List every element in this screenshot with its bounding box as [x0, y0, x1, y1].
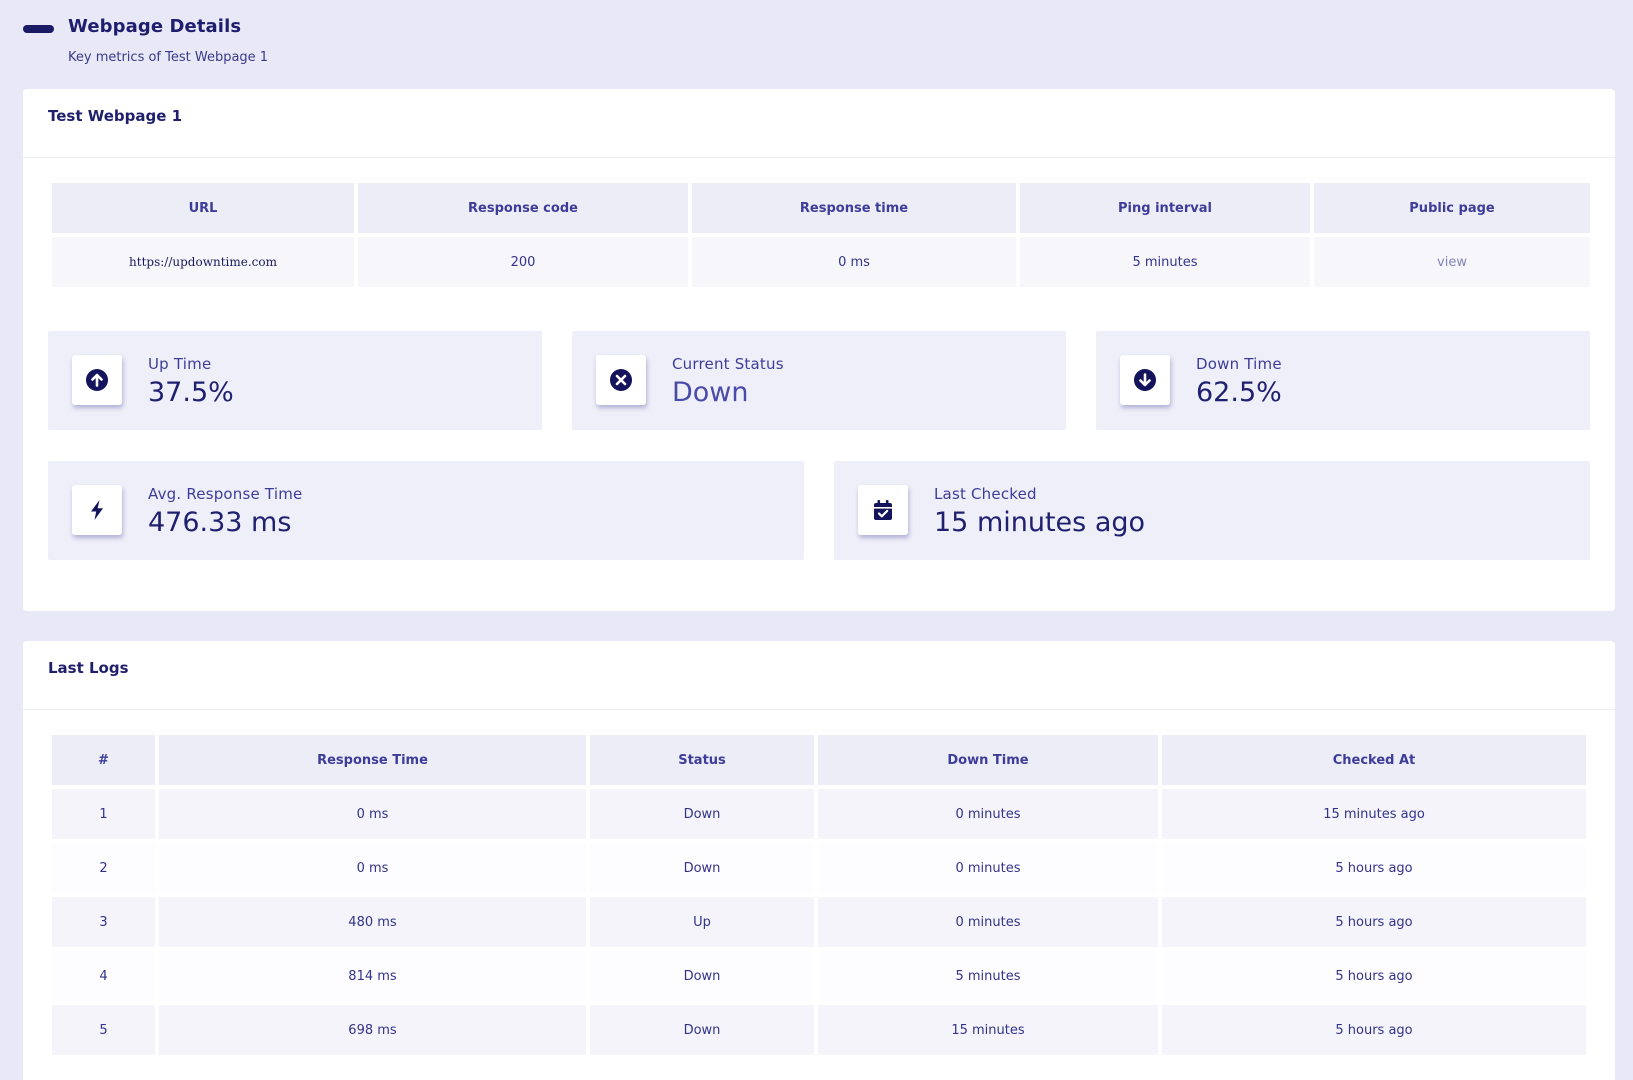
- log-down-time: 15 minutes: [818, 1005, 1158, 1055]
- log-down-time: 0 minutes: [818, 789, 1158, 839]
- webpage-info-table: URL Response code Response time Ping int…: [48, 179, 1594, 291]
- avg-response-label: Avg. Response Time: [148, 485, 303, 503]
- log-status: Down: [590, 843, 814, 893]
- downtime-value: 62.5%: [1196, 377, 1282, 408]
- table-header-row: URL Response code Response time Ping int…: [52, 183, 1590, 233]
- log-response-time: 480 ms: [159, 897, 586, 947]
- log-index: 2: [52, 843, 155, 893]
- response-time-value: 0 ms: [692, 237, 1016, 287]
- column-header-ping-interval: Ping interval: [1020, 183, 1310, 233]
- card-title: Test Webpage 1: [48, 107, 183, 125]
- page-header: Webpage Details Key metrics of Test Webp…: [0, 0, 1633, 88]
- log-checked-at: 5 hours ago: [1162, 951, 1586, 1001]
- last-logs-card: Last Logs # Response Time Status Down Ti…: [23, 641, 1615, 1080]
- lightning-bolt-icon: [72, 485, 122, 535]
- downtime-label: Down Time: [1196, 355, 1282, 373]
- column-header-response-time: Response time: [692, 183, 1016, 233]
- log-status: Down: [590, 789, 814, 839]
- log-status: Down: [590, 951, 814, 1001]
- log-down-time: 5 minutes: [818, 951, 1158, 1001]
- uptime-value: 37.5%: [148, 377, 234, 408]
- downtime-stat-card: Down Time 62.5%: [1096, 331, 1590, 430]
- column-header-url: URL: [52, 183, 354, 233]
- ping-interval-value: 5 minutes: [1020, 237, 1310, 287]
- log-response-time: 0 ms: [159, 843, 586, 893]
- table-row: 3 480 ms Up 0 minutes 5 hours ago: [52, 897, 1586, 947]
- log-status: Down: [590, 1005, 814, 1055]
- uptime-stat-card: Up Time 37.5%: [48, 331, 542, 430]
- log-checked-at: 15 minutes ago: [1162, 789, 1586, 839]
- current-status-label: Current Status: [672, 355, 784, 373]
- public-page-view-link[interactable]: view: [1437, 255, 1467, 270]
- response-code-value: 200: [358, 237, 688, 287]
- logs-card-title: Last Logs: [48, 659, 129, 677]
- log-response-time: 814 ms: [159, 951, 586, 1001]
- column-header-response-time: Response Time: [159, 735, 586, 785]
- log-index: 1: [52, 789, 155, 839]
- table-row: 4 814 ms Down 5 minutes 5 hours ago: [52, 951, 1586, 1001]
- avg-response-stat-card: Avg. Response Time 476.33 ms: [48, 461, 804, 560]
- log-response-time: 698 ms: [159, 1005, 586, 1055]
- log-status: Up: [590, 897, 814, 947]
- last-checked-stat-card: Last Checked 15 minutes ago: [834, 461, 1590, 560]
- log-checked-at: 5 hours ago: [1162, 897, 1586, 947]
- table-row: 5 698 ms Down 15 minutes 5 hours ago: [52, 1005, 1586, 1055]
- avg-response-value: 476.33 ms: [148, 507, 292, 538]
- column-header-status: Status: [590, 735, 814, 785]
- log-checked-at: 5 hours ago: [1162, 843, 1586, 893]
- column-header-response-code: Response code: [358, 183, 688, 233]
- column-header-public-page: Public page: [1314, 183, 1590, 233]
- log-index: 4: [52, 951, 155, 1001]
- public-page-cell: view: [1314, 237, 1590, 287]
- current-status-stat-card: Current Status Down: [572, 331, 1066, 430]
- header-accent-bar: [23, 25, 54, 33]
- last-checked-label: Last Checked: [934, 485, 1037, 503]
- column-header-down-time: Down Time: [818, 735, 1158, 785]
- column-header-index: #: [52, 735, 155, 785]
- last-checked-value: 15 minutes ago: [934, 507, 1146, 538]
- log-checked-at: 5 hours ago: [1162, 1005, 1586, 1055]
- uptime-label: Up Time: [148, 355, 212, 373]
- log-down-time: 0 minutes: [818, 843, 1158, 893]
- logs-table: # Response Time Status Down Time Checked…: [48, 731, 1590, 1059]
- log-index: 3: [52, 897, 155, 947]
- calendar-check-icon: [858, 485, 908, 535]
- log-down-time: 0 minutes: [818, 897, 1158, 947]
- card-divider: [23, 157, 1615, 158]
- page-subtitle: Key metrics of Test Webpage 1: [68, 50, 269, 65]
- arrow-down-circle-icon: [1120, 355, 1170, 405]
- table-row: 2 0 ms Down 0 minutes 5 hours ago: [52, 843, 1586, 893]
- arrow-up-circle-icon: [72, 355, 122, 405]
- table-row: 1 0 ms Down 0 minutes 15 minutes ago: [52, 789, 1586, 839]
- url-value: https://updowntime.com: [52, 237, 354, 287]
- card-divider: [23, 709, 1615, 710]
- page-title: Webpage Details: [68, 16, 242, 37]
- table-header-row: # Response Time Status Down Time Checked…: [52, 735, 1586, 785]
- log-response-time: 0 ms: [159, 789, 586, 839]
- current-status-value: Down: [672, 377, 749, 408]
- column-header-checked-at: Checked At: [1162, 735, 1586, 785]
- log-index: 5: [52, 1005, 155, 1055]
- webpage-details-card: Test Webpage 1 URL Response code Respons…: [23, 89, 1615, 611]
- table-row: https://updowntime.com 200 0 ms 5 minute…: [52, 237, 1590, 287]
- x-circle-icon: [596, 355, 646, 405]
